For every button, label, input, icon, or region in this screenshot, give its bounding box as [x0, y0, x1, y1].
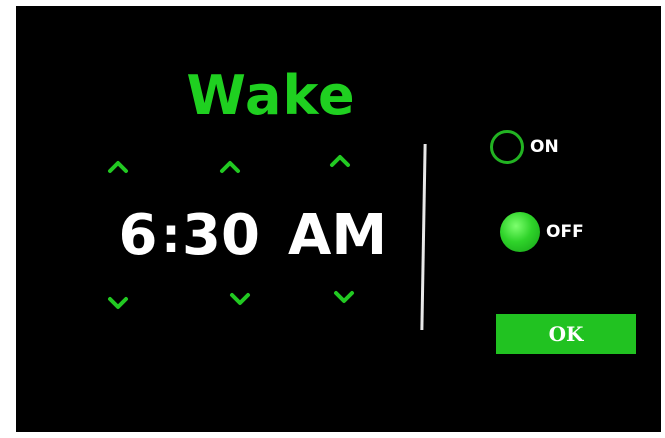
minute-value: 30	[182, 203, 260, 268]
period-up-arrow-icon[interactable]	[326, 150, 354, 172]
off-radio-option[interactable]: OFF	[500, 212, 584, 252]
on-radio-option[interactable]: ON	[490, 130, 559, 164]
time-display: 6 : 30 AM	[116, 196, 408, 276]
off-label: OFF	[546, 222, 584, 242]
alarm-screen: Wake 6 : 30 AM ON OFF OK	[16, 6, 661, 432]
screen-title: Wake	[186, 64, 356, 127]
hour-down-arrow-icon[interactable]	[104, 292, 132, 314]
hour-up-arrow-icon[interactable]	[104, 156, 132, 178]
vertical-divider	[420, 143, 427, 331]
ok-button[interactable]: OK	[496, 314, 636, 354]
hour-value: 6	[118, 203, 158, 268]
on-label: ON	[530, 137, 559, 157]
minute-up-arrow-icon[interactable]	[216, 156, 244, 178]
minute-down-arrow-icon[interactable]	[226, 288, 254, 310]
time-separator: :	[161, 208, 181, 264]
period-down-arrow-icon[interactable]	[330, 286, 358, 308]
period-value: AM	[288, 203, 388, 268]
off-radio-icon[interactable]	[500, 212, 540, 252]
on-radio-icon[interactable]	[490, 130, 524, 164]
